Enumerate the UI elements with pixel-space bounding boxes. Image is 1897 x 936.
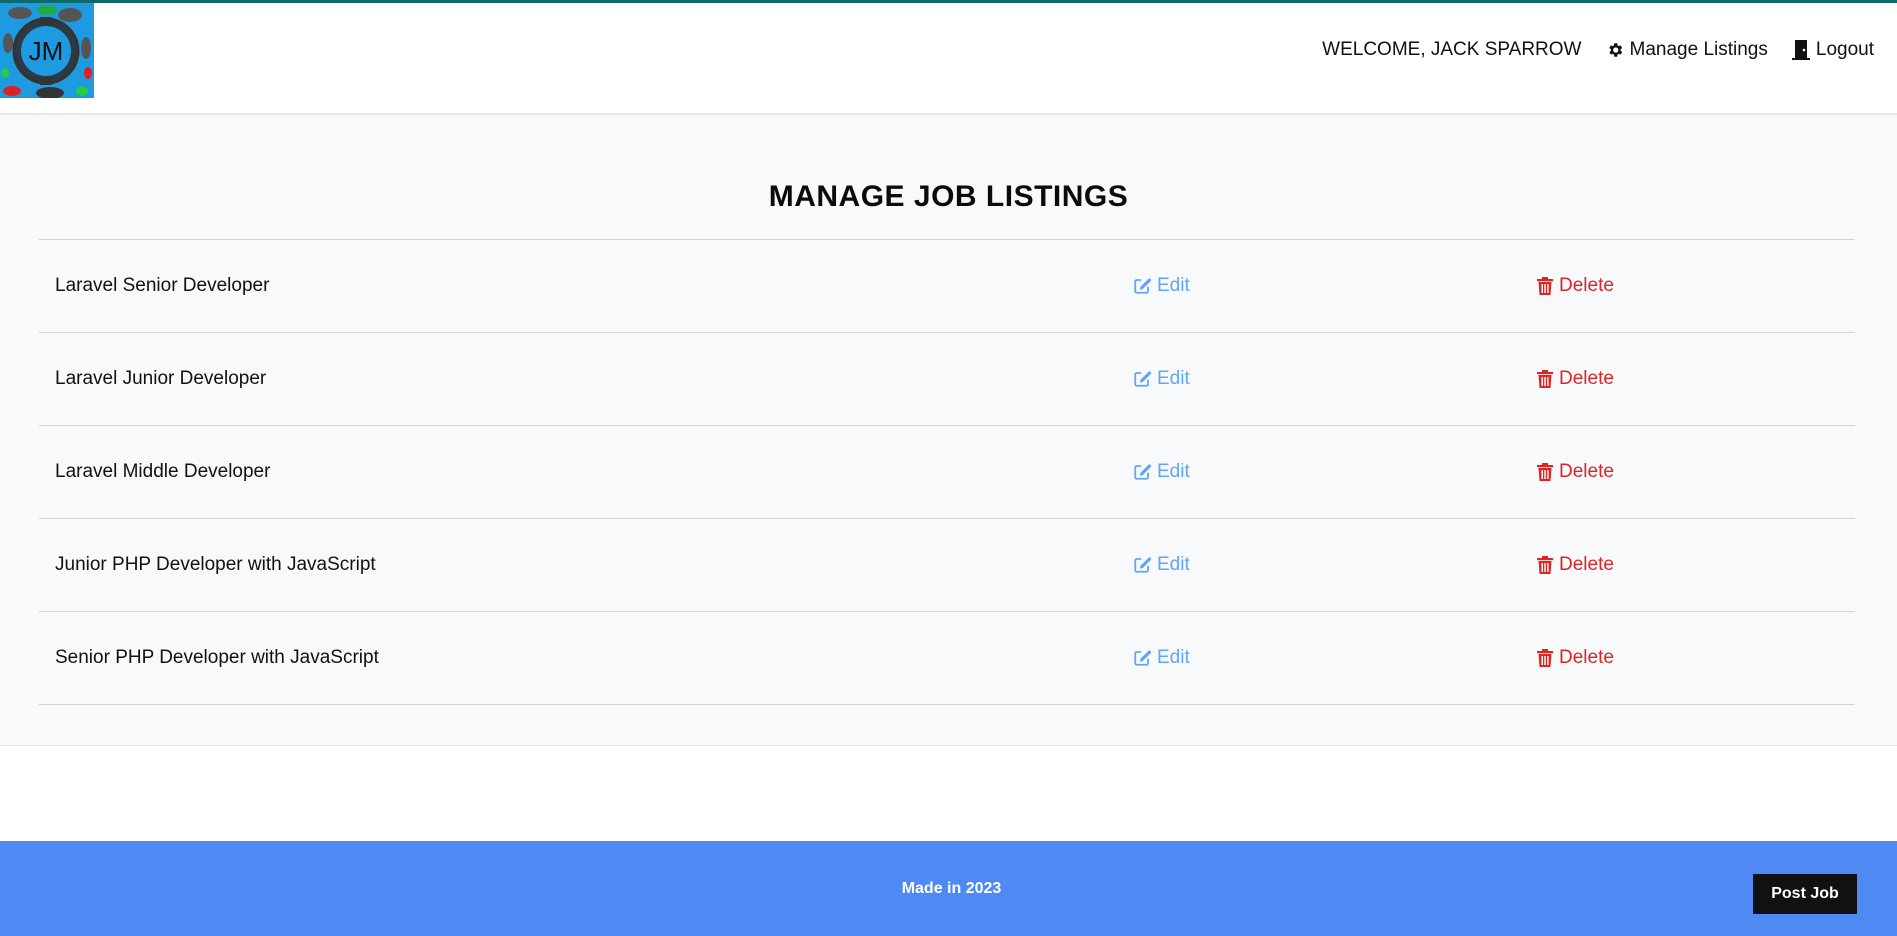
trash-icon (1537, 649, 1553, 667)
listing-title: Junior PHP Developer with JavaScript (55, 554, 376, 575)
pen-to-square-icon (1134, 650, 1151, 666)
edit-link[interactable]: Edit (1133, 426, 1190, 518)
delete-label: Delete (1559, 554, 1614, 575)
table-row: Laravel Middle Developer Edit Delete (39, 426, 1855, 519)
footer: Made in 2023 Post Job (0, 841, 1897, 936)
listing-title: Laravel Senior Developer (55, 275, 270, 296)
edit-label: Edit (1157, 275, 1190, 296)
edit-link[interactable]: Edit (1133, 612, 1190, 704)
pen-to-square-icon (1134, 557, 1151, 573)
manage-listings-link[interactable]: Manage Listings (1606, 39, 1768, 61)
pen-to-square-icon (1134, 371, 1151, 387)
delete-link[interactable]: Delete (1537, 519, 1614, 611)
delete-link[interactable]: Delete (1537, 426, 1614, 518)
pen-to-square-icon (1134, 278, 1151, 294)
listing-title: Senior PHP Developer with JavaScript (55, 647, 379, 668)
delete-label: Delete (1559, 461, 1614, 482)
listings-table: Laravel Senior Developer Edit Delete Lar… (39, 239, 1855, 705)
delete-label: Delete (1559, 275, 1614, 296)
page-title: MANAGE JOB LISTINGS (768, 180, 1129, 213)
table-row: Laravel Junior Developer Edit Delete (39, 333, 1855, 426)
delete-link[interactable]: Delete (1537, 333, 1614, 425)
footer-text: Made in 2023 (901, 880, 1002, 897)
table-row: Junior PHP Developer with JavaScript Edi… (39, 519, 1855, 612)
table-row: Laravel Senior Developer Edit Delete (39, 240, 1855, 333)
svg-text:JM: JM (29, 36, 64, 66)
edit-link[interactable]: Edit (1133, 333, 1190, 425)
listing-title: Laravel Junior Developer (55, 368, 267, 389)
delete-link[interactable]: Delete (1537, 612, 1614, 704)
delete-label: Delete (1559, 368, 1614, 389)
edit-link[interactable]: Edit (1133, 519, 1190, 611)
trash-icon (1537, 556, 1553, 574)
door-icon (1791, 40, 1810, 60)
edit-label: Edit (1157, 554, 1190, 575)
post-job-button[interactable]: Post Job (1753, 874, 1857, 914)
logout-link[interactable]: Logout (1791, 39, 1874, 61)
navbar: JM WELCOME, JACK SPARROW Manage Listings… (0, 3, 1897, 114)
user-nav: WELCOME, JACK SPARROW Manage Listings Lo… (1322, 39, 1874, 61)
delete-link[interactable]: Delete (1537, 240, 1614, 332)
pen-to-square-icon (1134, 464, 1151, 480)
jm-logo-icon: JM (0, 3, 94, 99)
edit-link[interactable]: Edit (1133, 240, 1190, 332)
logout-label: Logout (1815, 39, 1874, 60)
delete-label: Delete (1559, 647, 1614, 668)
edit-label: Edit (1157, 368, 1190, 389)
gear-icon (1608, 43, 1622, 57)
manage-listings-label: Manage Listings (1629, 39, 1768, 60)
welcome-text: WELCOME, JACK SPARROW (1322, 39, 1582, 60)
listing-title: Laravel Middle Developer (55, 461, 271, 482)
table-row: Senior PHP Developer with JavaScript Edi… (39, 612, 1855, 705)
edit-label: Edit (1157, 647, 1190, 668)
edit-label: Edit (1157, 461, 1190, 482)
site-logo[interactable]: JM (0, 3, 94, 99)
trash-icon (1537, 370, 1553, 388)
manage-listings-panel: MANAGE JOB LISTINGS Laravel Senior Devel… (0, 114, 1897, 746)
trash-icon (1537, 277, 1553, 295)
trash-icon (1537, 463, 1553, 481)
